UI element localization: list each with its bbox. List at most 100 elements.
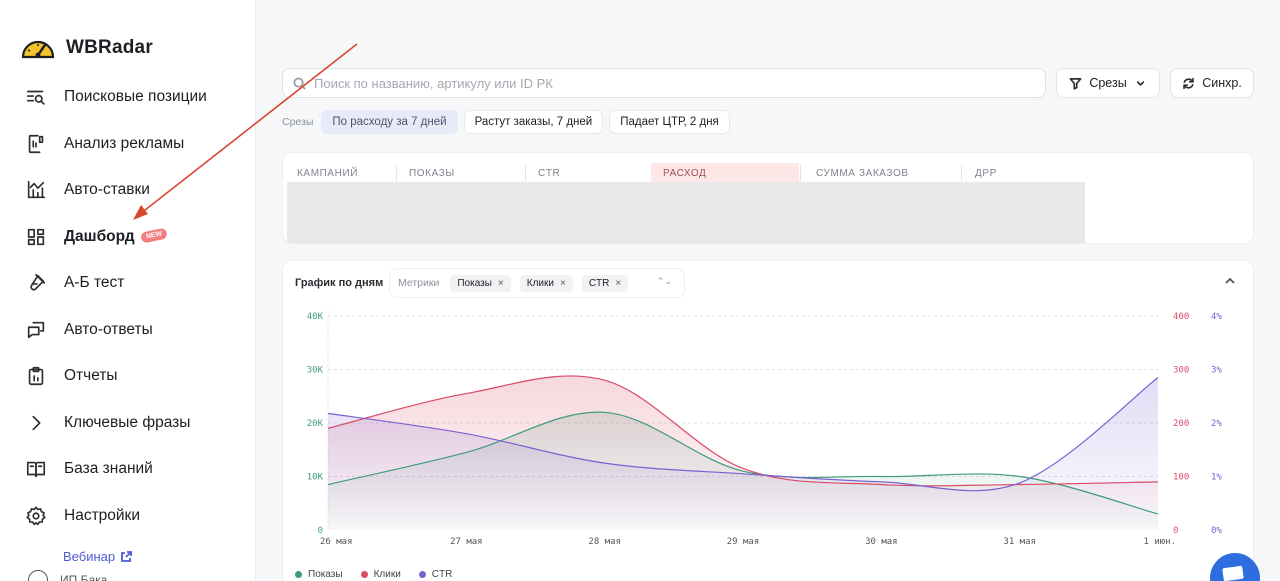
sidebar-item-label: Дашборд [64, 227, 135, 245]
filter-icon [1069, 77, 1082, 90]
sync-button[interactable]: Синхр. [1170, 68, 1254, 98]
y-tick-label-left: 30K [307, 366, 324, 376]
column-header[interactable]: ПОКАЗЫ [397, 163, 525, 183]
chart-legend: Показы Клики CTR [295, 569, 452, 580]
gear-icon [24, 504, 48, 528]
book-icon [24, 457, 48, 481]
speedometer-logo-icon [21, 40, 55, 59]
slices-button-label: Срезы [1089, 76, 1127, 90]
slice-chip-spend-7d[interactable]: По расходу за 7 дней [321, 110, 458, 134]
x-tick-label: 30 мая [865, 537, 898, 547]
daily-chart-card: График по дням Метрики Показы × Клики × CT… [282, 260, 1254, 581]
sidebar-item-auto-replies[interactable]: Авто-ответы [24, 307, 244, 354]
sidebar-item-search-positions[interactable]: Поисковые позиции [24, 74, 244, 121]
sidebar-item-label: Поисковые позиции [64, 88, 207, 106]
sidebar-item-auto-bids[interactable]: Авто-ставки [24, 167, 244, 214]
chevron-down-icon [1136, 80, 1144, 86]
y-tick-label-ctr: 3% [1211, 366, 1222, 376]
sidebar-item-label: Анализ рекламы [64, 134, 185, 152]
y-tick-label-left: 40K [307, 312, 324, 322]
search-input[interactable] [314, 75, 1014, 91]
sidebar-item-label: Отчеты [64, 367, 118, 385]
slice-chip-orders-growth-7d[interactable]: Растут заказы, 7 дней [463, 110, 604, 134]
y-tick-label-clicks: 0 [1173, 526, 1178, 536]
refresh-icon [1183, 77, 1194, 89]
column-header-sorted[interactable]: РАСХОД [651, 163, 799, 183]
column-divider [961, 165, 962, 181]
sidebar: WBRadar Поисковые позиции Анализ рекламы… [0, 0, 256, 581]
report-clipboard-icon [24, 364, 48, 388]
chat-reply-icon [24, 318, 48, 342]
column-header[interactable]: СУММА ЗАКАЗОВ [804, 163, 960, 183]
sidebar-item-label: Авто-ставки [64, 181, 150, 199]
legend-item-ctr[interactable]: CTR [418, 569, 453, 580]
y-tick-label-ctr: 2% [1211, 419, 1222, 429]
y-tick-label-ctr: 1% [1211, 473, 1222, 483]
y-tick-label-left: 20K [307, 419, 324, 429]
x-tick-label: 27 мая [450, 537, 483, 547]
slice-chip-ctr-drop-2d[interactable]: Падает ЦТР, 2 дня [609, 110, 730, 134]
legend-dot [360, 571, 368, 578]
webinar-label: Вебинар [63, 549, 116, 564]
legend-dot [295, 571, 302, 578]
legend-item-shows[interactable]: Показы [295, 569, 343, 580]
external-link-icon [121, 550, 133, 562]
slices-label: Срезы [282, 116, 314, 128]
campaigns-table: КАМПАНИЙ ПОКАЗЫ CTR РАСХОД СУММА ЗАКАЗОВ… [282, 152, 1254, 244]
chevron-right-icon [24, 411, 48, 435]
sidebar-item-settings[interactable]: Настройки [24, 493, 244, 540]
sidebar-item-label: Ключевые фразы [64, 413, 191, 431]
user-avatar-icon [28, 570, 48, 581]
slices-dropdown-button[interactable]: Срезы [1056, 68, 1160, 98]
sidebar-nav: Поисковые позиции Анализ рекламы Авто-ст… [24, 74, 244, 539]
brand[interactable]: WBRadar [20, 33, 153, 63]
legend-dot [418, 571, 426, 578]
search-box [282, 68, 1046, 98]
x-tick-label: 29 мая [727, 537, 760, 547]
search-list-icon [24, 85, 48, 109]
x-tick-label: 26 мая [320, 537, 353, 547]
sidebar-item-knowledge-base[interactable]: База знаний [24, 446, 244, 493]
sidebar-item-ad-analysis[interactable]: Анализ рекламы [24, 121, 244, 168]
x-tick-label: 31 мая [1003, 537, 1036, 547]
legend-label: CTR [431, 569, 453, 580]
table-body-placeholder [287, 182, 1085, 243]
y-tick-label-clicks: 400 [1173, 312, 1189, 322]
sidebar-item-keywords[interactable]: Ключевые фразы [24, 400, 244, 447]
sidebar-item-label: Настройки [64, 506, 141, 524]
x-tick-label: 1 июн. [1143, 537, 1176, 547]
user-account[interactable]: ИП Бака [28, 570, 107, 581]
column-divider [800, 165, 801, 181]
app: WBRadar Поисковые позиции Анализ рекламы… [0, 0, 1280, 581]
y-tick-label-ctr: 4% [1211, 312, 1222, 322]
y-tick-label-clicks: 300 [1173, 366, 1189, 376]
sidebar-item-label: А-Б тест [64, 274, 125, 292]
sidebar-item-dashboard[interactable]: Дашборд new [24, 214, 244, 261]
y-tick-label-clicks: 200 [1173, 419, 1189, 429]
column-header[interactable]: CTR [526, 163, 650, 183]
y-tick-label-clicks: 100 [1173, 473, 1189, 483]
sidebar-item-ab-test[interactable]: А-Б тест [24, 260, 244, 307]
column-header[interactable]: ДРР [963, 163, 1083, 183]
legend-label: Показы [308, 569, 343, 580]
sync-button-label: Синхр. [1202, 76, 1242, 90]
bar-trend-icon [24, 178, 48, 202]
user-label: ИП Бака [60, 573, 108, 581]
sidebar-item-reports[interactable]: Отчеты [24, 353, 244, 400]
y-tick-label-left: 0 [318, 526, 323, 536]
y-tick-label-ctr: 0% [1211, 526, 1222, 536]
x-tick-label: 28 мая [588, 537, 621, 547]
y-tick-label-left: 10K [307, 473, 324, 483]
brand-name: WBRadar [66, 37, 153, 58]
legend-label: Клики [373, 569, 401, 580]
flask-icon [24, 271, 48, 295]
sidebar-item-label: Авто-ответы [64, 320, 153, 338]
metrics-chart: 0 0 0% 10K 100 1% 20K 200 2% 30K 300 3% 40K 400 4% 26 м… [307, 310, 1222, 547]
clipboard-chart-icon [24, 132, 48, 156]
webinar-link[interactable]: Вебинар [63, 549, 133, 564]
sidebar-item-label: База знаний [64, 460, 153, 478]
search-icon [293, 76, 306, 90]
column-header[interactable]: КАМПАНИЙ [285, 163, 395, 183]
legend-item-clicks[interactable]: Клики [360, 569, 401, 580]
new-badge: new [139, 227, 168, 244]
